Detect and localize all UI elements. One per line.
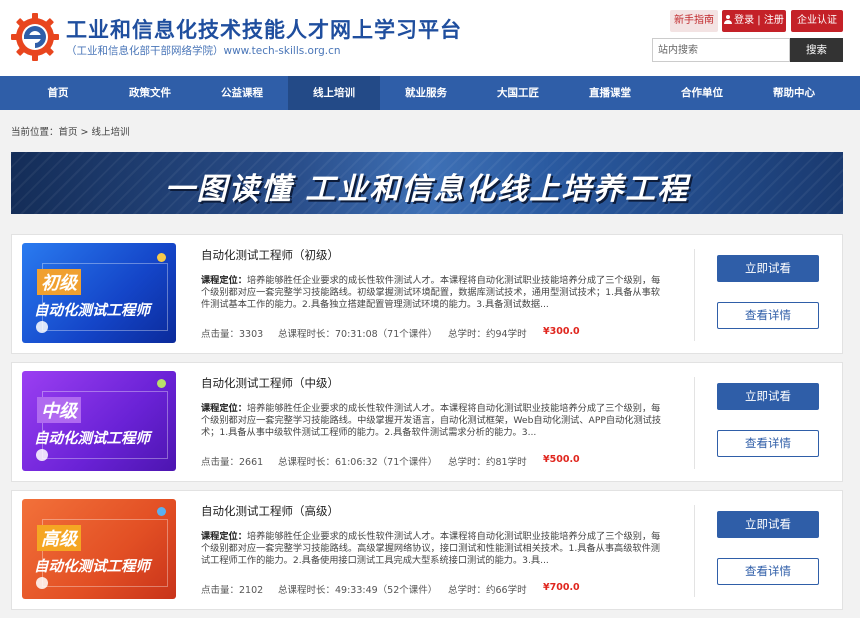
search-button[interactable]: 搜索 (790, 38, 843, 62)
nav-item-online-training[interactable]: 线上培训 (288, 76, 380, 110)
course-duration: 总课程时长：70:31:08（71个课件） (278, 329, 438, 340)
nav-item-policy[interactable]: 政策文件 (104, 76, 196, 110)
course-thumbnail[interactable]: 中级 自动化测试工程师 (22, 371, 176, 471)
course-description: 课程定位：培养能够胜任企业要求的成长性软件测试人才。本课程将自动化测试职业技能培… (201, 531, 663, 567)
thumbnail-level: 高级 (37, 525, 81, 551)
course-card: 初级 自动化测试工程师 自动化测试工程师（初级） 课程定位：培养能够胜任企业要求… (11, 234, 843, 354)
thumbnail-title: 自动化测试工程师 (34, 431, 150, 447)
course-thumbnail[interactable]: 高级 自动化测试工程师 (22, 499, 176, 599)
site-title[interactable]: 工业和信息化技术技能人才网上学习平台 (66, 14, 462, 44)
site-header: 工业和信息化技术技能人才网上学习平台 （工业和信息化部干部网络学院）www.te… (0, 0, 860, 76)
nav-item-partners[interactable]: 合作单位 (656, 76, 748, 110)
promo-banner[interactable]: 一图读懂 工业和信息化线上培养工程 (11, 152, 843, 214)
course-duration: 总课程时长：61:06:32（71个课件） (278, 457, 438, 468)
thumbnail-title: 自动化测试工程师 (34, 559, 150, 575)
course-hours: 总学时：约94学时 (448, 329, 527, 340)
decor-dot-icon (157, 253, 166, 262)
description-text: 培养能够胜任企业要求的成长性软件测试人才。本课程将自动化测试职业技能培养分成了三… (201, 403, 662, 438)
card-divider (694, 377, 695, 469)
decor-dot-icon (157, 507, 166, 516)
search-input[interactable] (652, 38, 790, 62)
decor-dot-icon (36, 577, 48, 589)
course-views: 点击量：3303 (201, 329, 264, 340)
course-hours: 总学时：约81学时 (448, 457, 527, 468)
view-details-button[interactable]: 查看详情 (717, 558, 819, 585)
nav-item-public-courses[interactable]: 公益课程 (196, 76, 288, 110)
decor-dot-icon (36, 449, 48, 461)
main-nav: 首页 政策文件 公益课程 线上培训 就业服务 大国工匠 直播课堂 合作单位 帮助… (0, 76, 860, 110)
description-text: 培养能够胜任企业要求的成长性软件测试人才。本课程将自动化测试职业技能培养分成了三… (201, 275, 661, 310)
site-subtitle: （工业和信息化部干部网络学院）www.tech-skills.org.cn (66, 45, 341, 57)
view-details-button[interactable]: 查看详情 (717, 430, 819, 457)
thumbnail-level: 中级 (37, 397, 81, 423)
login-register-button[interactable]: 登录 | 注册 (722, 10, 786, 32)
nav-item-home[interactable]: 首页 (12, 76, 104, 110)
banner-text: 一图读懂 工业和信息化线上培养工程 (164, 172, 690, 207)
course-description: 课程定位：培养能够胜任企业要求的成长性软件测试人才。本课程将自动化测试职业技能培… (201, 403, 663, 439)
course-hours: 总学时：约66学时 (448, 585, 527, 596)
try-now-button[interactable]: 立即试看 (717, 511, 819, 538)
nav-item-live[interactable]: 直播课堂 (564, 76, 656, 110)
card-divider (694, 249, 695, 341)
guide-button[interactable]: 新手指南 (670, 10, 718, 32)
description-label: 课程定位： (201, 531, 247, 542)
course-card: 中级 自动化测试工程师 自动化测试工程师（中级） 课程定位：培养能够胜任企业要求… (11, 362, 843, 482)
breadcrumb: 当前位置：首页 > 线上培训 (11, 127, 130, 138)
site-logo-icon[interactable] (10, 12, 60, 62)
view-details-button[interactable]: 查看详情 (717, 302, 819, 329)
course-duration: 总课程时长：49:33:49（52个课件） (278, 585, 438, 596)
thumbnail-level: 初级 (37, 269, 81, 295)
course-price: ¥700.0 (543, 582, 580, 593)
description-label: 课程定位： (201, 403, 247, 414)
login-register-label: 登录 | 注册 (734, 15, 784, 26)
thumbnail-title: 自动化测试工程师 (34, 303, 150, 319)
description-text: 培养能够胜任企业要求的成长性软件测试人才。本课程将自动化测试职业技能培养分成了三… (201, 531, 661, 566)
description-label: 课程定位： (201, 275, 247, 286)
user-icon (724, 15, 733, 24)
course-title[interactable]: 自动化测试工程师（初级） (201, 247, 339, 263)
nav-item-craftsmen[interactable]: 大国工匠 (472, 76, 564, 110)
card-divider (694, 505, 695, 597)
course-views: 点击量：2661 (201, 457, 264, 468)
course-price: ¥500.0 (543, 454, 580, 465)
course-title[interactable]: 自动化测试工程师（高级） (201, 503, 339, 519)
course-description: 课程定位：培养能够胜任企业要求的成长性软件测试人才。本课程将自动化测试职业技能培… (201, 275, 663, 311)
try-now-button[interactable]: 立即试看 (717, 255, 819, 282)
decor-dot-icon (157, 379, 166, 388)
course-thumbnail[interactable]: 初级 自动化测试工程师 (22, 243, 176, 343)
enterprise-certification-button[interactable]: 企业认证 (791, 10, 843, 32)
nav-item-employment[interactable]: 就业服务 (380, 76, 472, 110)
course-price: ¥300.0 (543, 326, 580, 337)
decor-dot-icon (36, 321, 48, 333)
course-title[interactable]: 自动化测试工程师（中级） (201, 375, 339, 391)
course-views: 点击量：2102 (201, 585, 264, 596)
nav-item-help[interactable]: 帮助中心 (748, 76, 840, 110)
course-card: 高级 自动化测试工程师 自动化测试工程师（高级） 课程定位：培养能够胜任企业要求… (11, 490, 843, 610)
try-now-button[interactable]: 立即试看 (717, 383, 819, 410)
